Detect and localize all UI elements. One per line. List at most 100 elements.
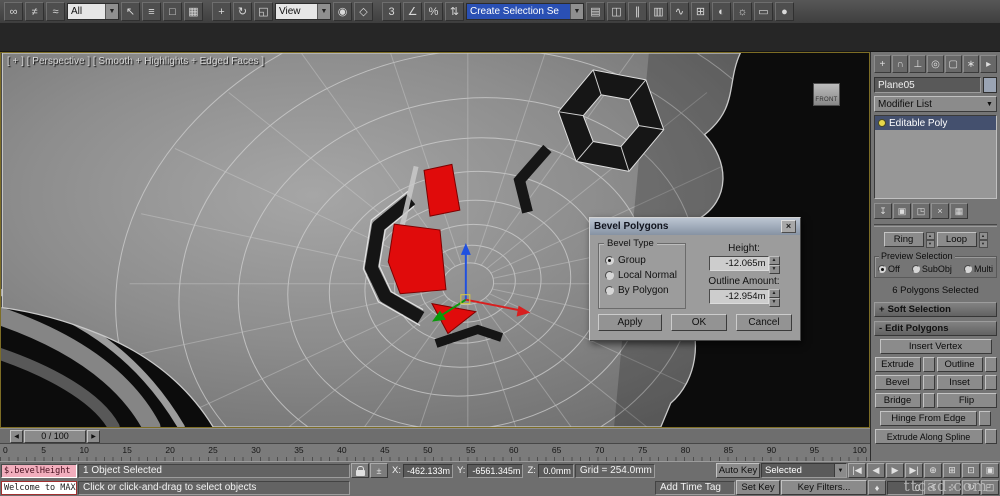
spinner-up-icon[interactable]: ▲ xyxy=(978,232,988,240)
radio-icon[interactable] xyxy=(605,286,614,295)
next-frame-arrow-icon[interactable]: ▶ xyxy=(87,429,100,443)
reference-coordinate-dropdown[interactable]: View ▼ xyxy=(275,3,331,20)
hinge-from-edge-button[interactable]: Hinge From Edge xyxy=(880,411,977,426)
bevel-settings-button[interactable] xyxy=(922,375,935,390)
spinner-down-icon[interactable]: ▼ xyxy=(768,298,780,307)
unlink-selection-icon[interactable]: ≠ xyxy=(25,2,44,21)
named-selection-sets-dropdown[interactable]: Create Selection Se ▼ xyxy=(466,3,584,20)
cancel-button[interactable]: Cancel xyxy=(736,314,792,331)
outline-settings-button[interactable] xyxy=(984,357,997,372)
select-and-move-icon[interactable]: + xyxy=(212,2,231,21)
object-name-field[interactable]: Plane05 xyxy=(874,77,981,93)
rollout-collapse-icon[interactable]: - xyxy=(879,323,882,334)
viewport-label[interactable]: [ + ] [ Perspective ] [ Smooth + Highlig… xyxy=(7,56,264,67)
apply-button[interactable]: Apply xyxy=(598,314,662,331)
configure-modifier-sets-icon[interactable]: ▦ xyxy=(950,203,968,219)
select-and-scale-icon[interactable]: ◱ xyxy=(254,2,273,21)
ok-button[interactable]: OK xyxy=(671,314,727,331)
spinner-down-icon[interactable]: ▼ xyxy=(768,265,780,274)
preview-subobj-option[interactable]: SubObj xyxy=(911,264,952,274)
auto-key-button[interactable]: Auto Key xyxy=(716,463,760,478)
soft-selection-rollout[interactable]: + Soft Selection xyxy=(874,302,997,317)
zoom-extents-icon[interactable]: ⊡ xyxy=(962,463,980,478)
pin-stack-icon[interactable]: ↧ xyxy=(874,203,892,219)
preview-multi-option[interactable]: Multi xyxy=(963,264,993,274)
selection-filter-dropdown[interactable]: All ▼ xyxy=(67,3,119,20)
play-animation-icon[interactable]: ▶ xyxy=(886,463,904,478)
track-bar[interactable]: 0 5 10 15 20 25 30 35 40 45 50 55 60 65 70 75 80 85 90 95 10… xyxy=(0,443,870,461)
close-icon[interactable]: × xyxy=(781,220,796,233)
dialog-title-bar[interactable]: Bevel Polygons × xyxy=(590,218,800,235)
bridge-settings-button[interactable] xyxy=(922,393,935,408)
spinner-down-icon[interactable]: ▼ xyxy=(978,240,988,248)
dropdown-arrow-icon[interactable]: ▼ xyxy=(105,4,118,19)
dropdown-arrow-icon[interactable]: ▼ xyxy=(570,4,583,19)
go-to-end-icon[interactable]: ▶| xyxy=(905,463,923,478)
loop-spinner[interactable]: ▲ ▼ xyxy=(978,232,988,248)
extrude-settings-button[interactable] xyxy=(922,357,935,372)
material-editor-icon[interactable]: ◐ xyxy=(712,2,731,21)
select-and-manipulate-icon[interactable]: ◇ xyxy=(354,2,373,21)
outline-amount-input[interactable] xyxy=(708,289,769,304)
radio-by-polygon-option[interactable]: By Polygon xyxy=(605,285,679,296)
key-filters-button[interactable]: Key Filters... xyxy=(781,480,867,495)
rendered-frame-icon[interactable]: ▭ xyxy=(754,2,773,21)
create-tab-icon[interactable]: + xyxy=(874,55,891,73)
schematic-view-icon[interactable]: ⊞ xyxy=(691,2,710,21)
mirror-icon[interactable]: ◫ xyxy=(607,2,626,21)
percent-snap-icon[interactable]: % xyxy=(424,2,443,21)
dropdown-arrow-icon[interactable]: ▼ xyxy=(834,464,846,477)
loop-button[interactable]: Loop xyxy=(936,232,977,247)
render-setup-icon[interactable]: ☼ xyxy=(733,2,752,21)
spinner-up-icon[interactable]: ▲ xyxy=(768,289,780,298)
rectangular-selection-region-icon[interactable]: □ xyxy=(163,2,182,21)
select-object-icon[interactable]: ↖ xyxy=(121,2,140,21)
modifier-visibility-icon[interactable] xyxy=(878,119,886,127)
hinge-settings-button[interactable] xyxy=(979,411,991,426)
edit-named-selections-icon[interactable]: ▤ xyxy=(586,2,605,21)
absolute-offset-toggle-icon[interactable]: ± xyxy=(370,463,388,478)
ring-spinner[interactable]: ▲ ▼ xyxy=(925,232,935,248)
selection-lock-toggle[interactable] xyxy=(351,463,369,478)
maxscript-mini-listener-input[interactable]: $.bevelHeight : xyxy=(1,463,77,478)
radio-group-option[interactable]: Group xyxy=(605,255,679,266)
spinner-down-icon[interactable]: ▼ xyxy=(925,240,935,248)
preview-off-option[interactable]: Off xyxy=(878,264,900,274)
spinner-up-icon[interactable]: ▲ xyxy=(925,232,935,240)
remove-modifier-icon[interactable]: × xyxy=(931,203,949,219)
show-end-result-icon[interactable]: ▣ xyxy=(893,203,911,219)
radio-icon[interactable] xyxy=(605,256,614,265)
inset-settings-button[interactable] xyxy=(984,375,997,390)
extrude-along-spline-button[interactable]: Extrude Along Spline xyxy=(874,429,983,444)
zoom-icon[interactable]: ⊕ xyxy=(924,463,942,478)
radio-icon[interactable] xyxy=(878,265,886,273)
y-coordinate-field[interactable] xyxy=(467,463,524,478)
select-and-link-icon[interactable]: ∞ xyxy=(4,2,23,21)
select-and-rotate-icon[interactable]: ↻ xyxy=(233,2,252,21)
perspective-viewport[interactable]: [ + ] [ Perspective ] [ Smooth + Highlig… xyxy=(0,52,870,428)
panel-expand-icon[interactable]: ▸ xyxy=(980,55,998,73)
modify-tab-icon[interactable]: ∩ xyxy=(891,55,909,73)
hierarchy-tab-icon[interactable]: ⊥ xyxy=(909,55,927,73)
radio-icon[interactable] xyxy=(605,271,614,280)
snap-toggle-3d-icon[interactable]: 3 xyxy=(382,2,401,21)
curve-editor-icon[interactable]: ∿ xyxy=(670,2,689,21)
add-time-tag[interactable]: Add Time Tag xyxy=(655,480,735,495)
outline-button[interactable]: Outline xyxy=(936,357,983,372)
insert-vertex-button[interactable]: Insert Vertex xyxy=(879,339,992,354)
inset-button[interactable]: Inset xyxy=(936,375,983,390)
radio-icon[interactable] xyxy=(963,265,972,273)
extrude-along-spline-settings-button[interactable] xyxy=(984,429,997,444)
bevel-button[interactable]: Bevel xyxy=(874,375,921,390)
window-crossing-toggle-icon[interactable]: ▦ xyxy=(184,2,203,21)
edit-polygons-rollout[interactable]: - Edit Polygons xyxy=(874,321,997,336)
set-key-button[interactable]: Set Key xyxy=(736,480,780,495)
key-mode-toggle-icon[interactable]: ♦ xyxy=(868,480,886,495)
use-pivot-point-icon[interactable]: ◉ xyxy=(333,2,352,21)
modifier-stack[interactable]: Editable Poly xyxy=(874,115,997,199)
display-tab-icon[interactable]: ▢ xyxy=(944,55,962,73)
z-coordinate-field[interactable] xyxy=(537,463,574,478)
go-to-start-icon[interactable]: |◀ xyxy=(848,463,866,478)
height-input[interactable] xyxy=(708,256,769,271)
extrude-button[interactable]: Extrude xyxy=(874,357,921,372)
